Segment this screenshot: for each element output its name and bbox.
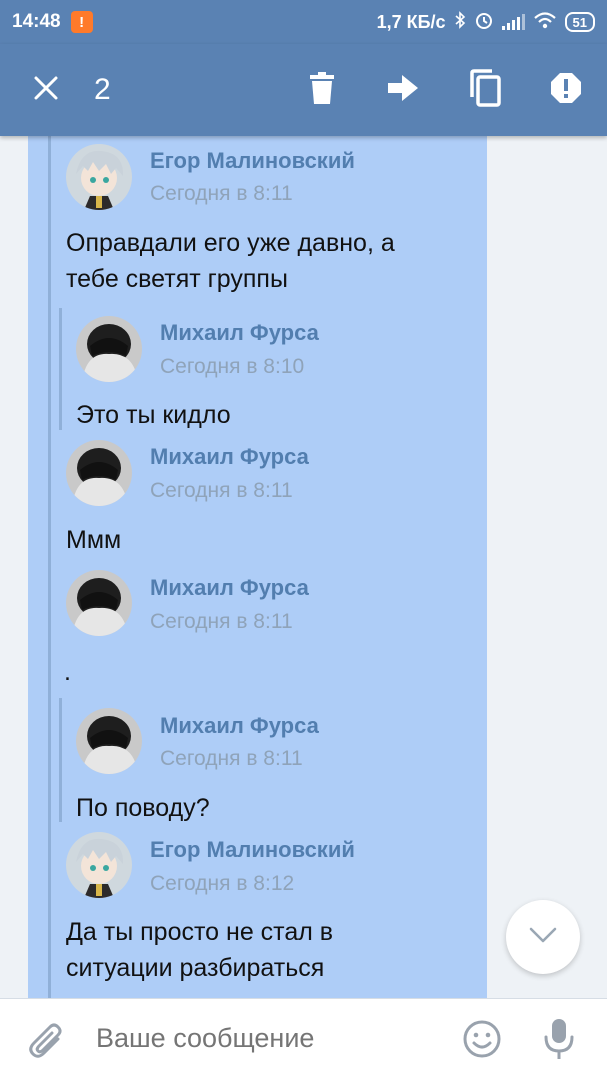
message-author[interactable]: Егор Малиновский — [150, 837, 355, 863]
bluetooth-icon — [454, 10, 466, 34]
message-input[interactable] — [96, 1023, 436, 1054]
message-author[interactable]: Михаил Фурса — [150, 444, 309, 470]
status-time: 14:48 — [12, 11, 61, 32]
message-text: По поводу? — [76, 790, 210, 826]
paperclip-icon[interactable] — [28, 1021, 66, 1066]
close-icon — [33, 75, 59, 106]
message-text-line: тебе светят группы — [66, 265, 288, 293]
message-text-line: Это ты кидло — [76, 401, 231, 429]
status-bar: 14:48 ! 1,7 КБ/с 51 — [0, 0, 607, 44]
wifi-icon — [533, 11, 557, 34]
message-date: Сегодня в 8:11 — [150, 182, 293, 205]
message-date: Сегодня в 8:11 — [150, 610, 293, 633]
copy-icon — [468, 68, 502, 112]
selected-count: 2 — [94, 73, 111, 106]
anime-avatar-icon — [66, 144, 132, 210]
avatar[interactable] — [66, 440, 132, 506]
message-date: Сегодня в 8:10 — [160, 355, 305, 378]
forward-quote-line — [48, 136, 51, 998]
anime-avatar-icon — [66, 832, 132, 898]
chevron-down-icon — [529, 927, 557, 948]
avatar[interactable] — [76, 316, 142, 382]
message-text-line: Да ты просто не стал в — [66, 918, 334, 946]
alarm-icon — [474, 10, 494, 35]
message-text: Оправдали его уже давно, а тебе светят г… — [66, 225, 395, 297]
avatar[interactable] — [76, 708, 142, 774]
microphone-icon[interactable] — [542, 1017, 576, 1066]
close-selection-button[interactable] — [16, 44, 76, 136]
network-speed: 1,7 КБ/с — [376, 11, 446, 32]
avatar[interactable] — [66, 144, 132, 210]
selection-toolbar: 2 — [0, 44, 607, 136]
report-icon — [550, 72, 582, 109]
forward-button[interactable] — [373, 44, 433, 136]
avatar[interactable] — [66, 570, 132, 636]
nested-quote-line — [59, 698, 62, 822]
message-list[interactable]: Егор Малиновский Сегодня в 8:11 Оправдал… — [0, 136, 607, 998]
message-author[interactable]: Егор Малиновский — [150, 148, 355, 174]
message-text: Это ты кидло — [76, 397, 231, 433]
message-text-line: . — [64, 658, 71, 686]
avatar[interactable] — [66, 832, 132, 898]
emoji-icon[interactable] — [462, 1019, 502, 1064]
report-button[interactable] — [536, 44, 596, 136]
message-text-line: Оправдали его уже давно, а — [66, 229, 395, 257]
scroll-to-bottom-button[interactable] — [506, 900, 580, 974]
hoodie-avatar-icon — [66, 440, 132, 506]
delete-button[interactable] — [292, 44, 352, 136]
message-text: . — [64, 654, 71, 690]
hoodie-avatar-icon — [66, 570, 132, 636]
nested-quote-line — [59, 308, 62, 430]
message-text: Ммм — [66, 522, 121, 558]
message-date: Сегодня в 8:12 — [150, 872, 295, 895]
trash-icon — [309, 71, 335, 109]
message-date: Сегодня в 8:11 — [150, 479, 293, 502]
message-composer — [0, 998, 607, 1080]
notification-icon: ! — [70, 11, 93, 33]
message-text-line: По поводу? — [76, 794, 210, 822]
forward-icon — [388, 74, 418, 106]
battery-icon: 51 — [564, 12, 595, 32]
hoodie-avatar-icon — [76, 316, 142, 382]
message-text: Да ты просто не стал в ситуации разбират… — [66, 914, 333, 986]
message-author[interactable]: Михаил Фурса — [160, 320, 319, 346]
message-author[interactable]: Михаил Фурса — [150, 575, 309, 601]
message-text-line: ситуации разбираться — [66, 954, 325, 982]
copy-button[interactable] — [455, 44, 515, 136]
message-date: Сегодня в 8:11 — [160, 747, 303, 770]
message-author[interactable]: Михаил Фурса — [160, 713, 319, 739]
message-text-line: Ммм — [66, 526, 122, 554]
hoodie-avatar-icon — [76, 708, 142, 774]
signal-icon — [501, 14, 525, 30]
